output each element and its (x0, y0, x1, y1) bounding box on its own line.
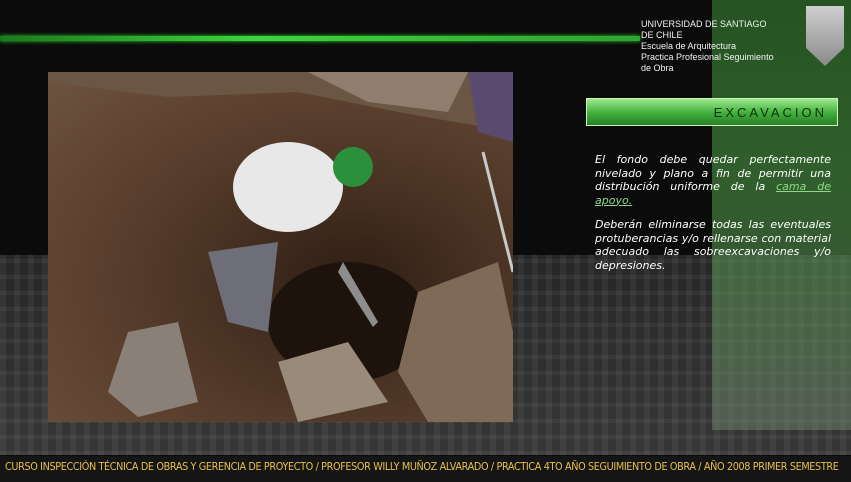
header-accent-line (0, 36, 640, 41)
excavation-photo (48, 72, 513, 422)
university-header: UNIVERSIDAD DE SANTIAGO DE CHILE Escuela… (641, 19, 806, 74)
section-title-bar: EXCAVACION (586, 98, 838, 126)
university-name-line2: DE CHILE (641, 30, 683, 40)
content-text: El fondo debe quedar perfectamente nivel… (595, 153, 831, 283)
section-title: EXCAVACION (713, 104, 827, 120)
footer-bar: CURSO INSPECCIÓN TÉCNICA DE OBRAS Y GERE… (0, 456, 851, 482)
school-name: Escuela de Arquitectura (641, 41, 737, 51)
course-name-line2: de Obra (641, 63, 674, 73)
university-name-line1: UNIVERSIDAD DE SANTIAGO (641, 19, 767, 29)
footer-text: CURSO INSPECCIÓN TÉCNICA DE OBRAS Y GERE… (5, 461, 839, 473)
course-name-line1: Practica Profesional Seguimiento (641, 52, 774, 62)
paragraph-2: Deberán eliminarse todas las eventuales … (595, 218, 831, 272)
paragraph-1: El fondo debe quedar perfectamente nivel… (595, 153, 831, 207)
